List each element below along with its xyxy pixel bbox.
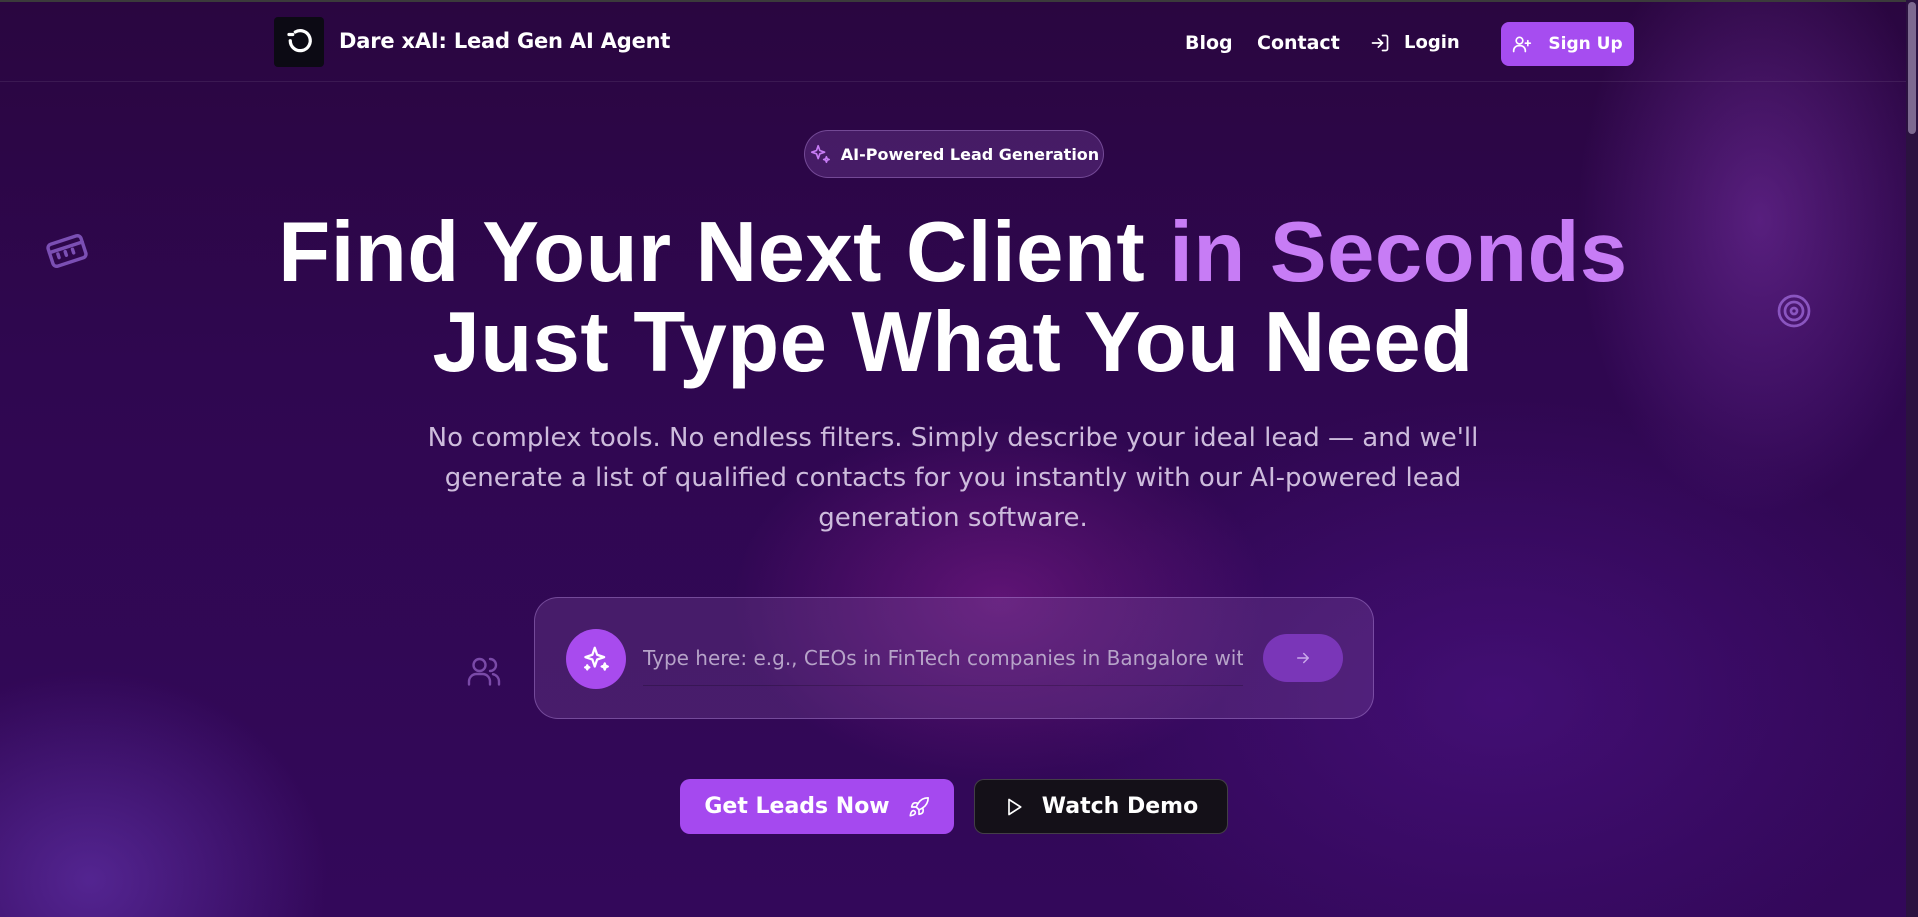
logo-icon xyxy=(287,29,312,53)
headline-part1: Find Your Next Client xyxy=(278,205,1170,300)
signup-label: Sign Up xyxy=(1548,34,1623,54)
rocket-icon xyxy=(909,796,929,817)
lead-query-input[interactable] xyxy=(643,630,1243,686)
scrollbar-thumb[interactable] xyxy=(1908,2,1916,134)
nav-contact[interactable]: Contact xyxy=(1257,32,1340,54)
login-icon xyxy=(1371,34,1389,51)
headline-line2: Just Type What You Need xyxy=(432,295,1474,390)
logo[interactable] xyxy=(274,17,324,67)
hero-subtitle: No complex tools. No endless filters. Si… xyxy=(427,423,1479,533)
signup-button[interactable]: Sign Up xyxy=(1501,22,1634,66)
login-label: Login xyxy=(1404,32,1460,53)
badge-label: AI-Powered Lead Generation xyxy=(840,144,1100,164)
hero-headline: Find Your Next Client in Seconds Just Ty… xyxy=(0,208,1906,388)
scrollbar[interactable] xyxy=(1906,0,1918,917)
get-leads-button[interactable]: Get Leads Now xyxy=(680,779,954,834)
play-icon xyxy=(1007,798,1022,815)
brand-name[interactable]: Dare xAI: Lead Gen AI Agent xyxy=(339,29,670,53)
login-link[interactable]: Login xyxy=(1370,32,1460,53)
feature-badge: AI-Powered Lead Generation xyxy=(804,130,1104,178)
watch-demo-button[interactable]: Watch Demo xyxy=(974,779,1228,834)
query-icon-badge xyxy=(566,629,626,689)
get-leads-label: Get Leads Now xyxy=(704,794,890,819)
lead-query-card xyxy=(534,597,1374,719)
nav-blog[interactable]: Blog xyxy=(1185,32,1233,54)
arrow-right-icon xyxy=(1297,652,1309,664)
headline-accent: in Seconds xyxy=(1169,205,1628,300)
users-icon xyxy=(467,657,501,686)
sparkles-icon xyxy=(584,646,609,671)
user-plus-icon xyxy=(1513,36,1532,53)
watch-demo-label: Watch Demo xyxy=(1041,794,1199,819)
submit-query-button[interactable] xyxy=(1263,634,1343,682)
sparkles-icon xyxy=(810,144,830,164)
site-header: Dare xAI: Lead Gen AI Agent Blog Contact… xyxy=(0,2,1906,82)
